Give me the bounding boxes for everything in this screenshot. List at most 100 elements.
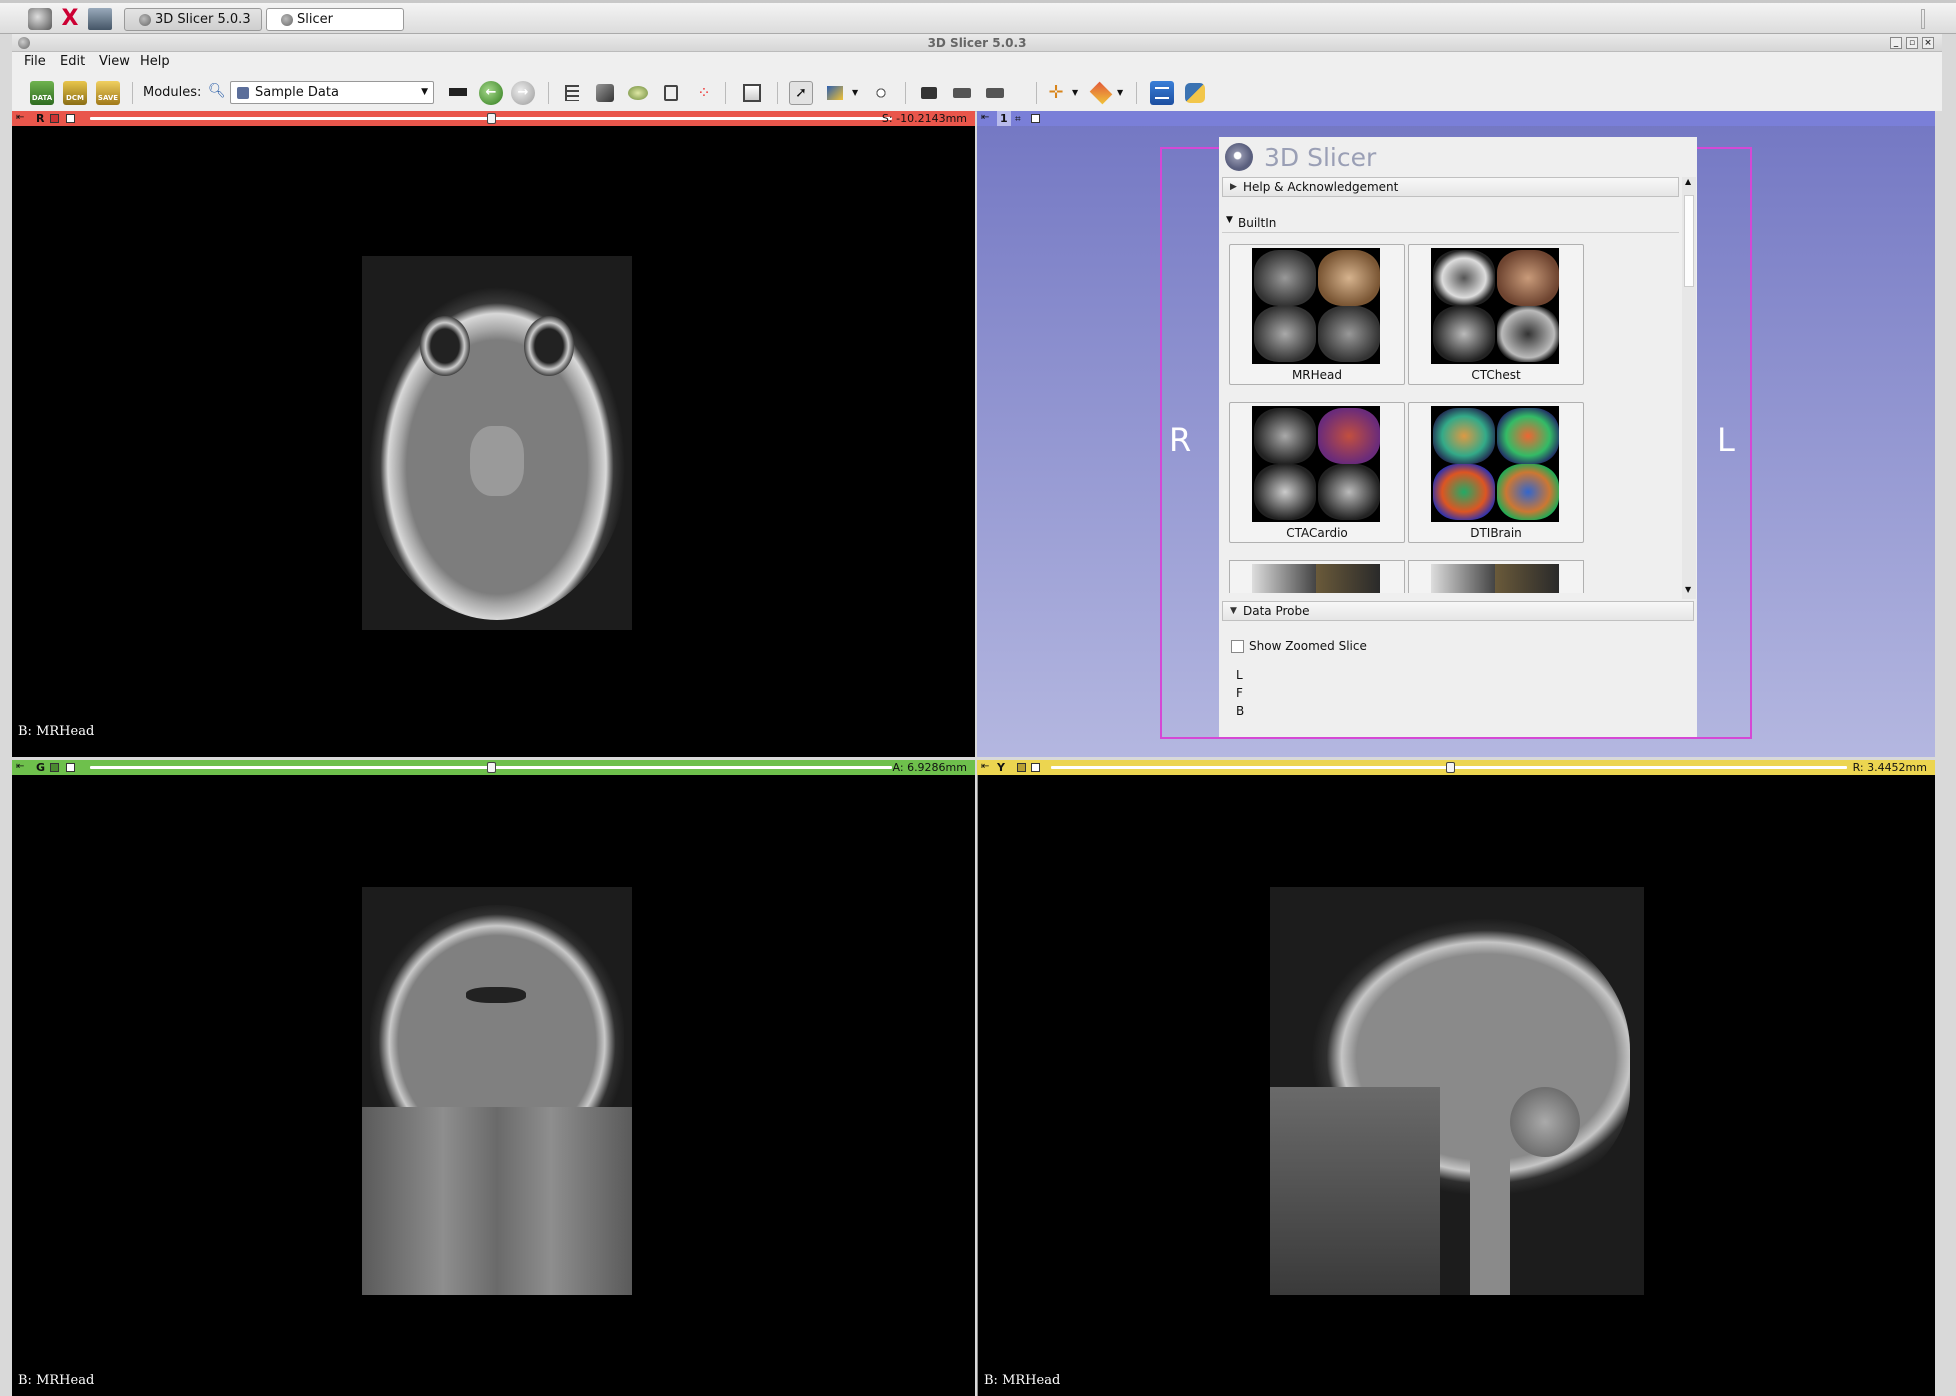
thumbnail-quadrant (1433, 306, 1495, 362)
taskbar-task-slicer[interactable]: Slicer (266, 8, 404, 31)
module-selector-value: Sample Data (255, 85, 339, 100)
link-icon[interactable] (1017, 763, 1026, 772)
scrollbar-thumb[interactable] (1684, 195, 1694, 287)
red-offset-slider-handle[interactable] (487, 113, 496, 124)
scroll-down-icon[interactable]: ▼ (1685, 585, 1691, 594)
monitor-icon[interactable] (88, 8, 112, 30)
pointer-mode-button[interactable]: ➚ (789, 81, 813, 105)
toolbar-separator (1036, 82, 1037, 104)
slicer-logo-icon (1225, 143, 1253, 171)
volumes-module-button[interactable] (593, 81, 617, 105)
pin-icon[interactable]: ⇤ (16, 759, 24, 774)
panel-scrollbar[interactable]: ▲ ▼ (1682, 177, 1696, 599)
scene-view-button[interactable] (950, 81, 974, 105)
brainstem (470, 426, 524, 496)
yellow-offset-slider-handle[interactable] (1446, 762, 1455, 773)
thumbnail-quadrant (1433, 464, 1495, 520)
maximize-view-icon[interactable] (1031, 114, 1040, 123)
toolbar-separator (548, 82, 549, 104)
back-button[interactable]: ← (479, 81, 503, 105)
transforms-module-button[interactable] (659, 81, 683, 105)
link-icon[interactable] (50, 114, 59, 123)
menu-file[interactable]: File (24, 54, 46, 69)
minimize-button[interactable]: _ (1890, 37, 1902, 49)
data-module-button[interactable] (560, 81, 584, 105)
bounding-box-line (1160, 737, 1752, 739)
dtibrain-thumbnail (1431, 406, 1559, 522)
markups-module-button[interactable]: ⁘ (692, 81, 716, 105)
sample-tile-dtibrain[interactable]: DTIBrain (1408, 402, 1584, 543)
menu-view[interactable]: View (99, 54, 130, 69)
load-data-button[interactable]: DATA (30, 81, 54, 105)
yellow-view-background-label: B: MRHead (984, 1373, 1061, 1388)
spinal-cord (1470, 1127, 1510, 1295)
save-button[interactable]: SAVE (96, 81, 120, 105)
sample-tile-ctacardio[interactable]: CTACardio (1229, 402, 1405, 543)
scroll-up-icon[interactable]: ▲ (1685, 177, 1691, 186)
builtin-section[interactable]: ▼ BuiltIn (1222, 215, 1679, 233)
probe-row-l: L (1236, 668, 1243, 682)
place-fiducial-button[interactable]: ✛ (1044, 81, 1068, 105)
sample-tile-ctchest[interactable]: CTChest (1408, 244, 1584, 385)
data-probe-section[interactable]: ▼ Data Probe (1222, 601, 1694, 621)
pin-icon[interactable]: ⇤ (981, 759, 989, 774)
yellow-slice-view[interactable]: B: MRHead (977, 775, 1935, 1396)
pin-icon[interactable]: ⇤ (16, 110, 24, 125)
view-options-icon[interactable] (66, 114, 75, 123)
extensions-manager-button[interactable] (1150, 81, 1174, 105)
markup-points-icon: ⁘ (697, 83, 711, 102)
coronal-mri-slice (362, 887, 632, 1295)
green-slice-view[interactable]: B: MRHead (12, 775, 975, 1396)
extensions-icon (1155, 87, 1169, 99)
pin-icon[interactable]: ⇤ (981, 110, 989, 125)
chevron-down-icon[interactable]: ▼ (1072, 88, 1078, 97)
module-search-icon[interactable]: 🔍︎ (208, 83, 226, 99)
maximize-button[interactable]: ▫ (1906, 37, 1918, 49)
sample-tile-mrhead[interactable]: MRHead (1229, 244, 1405, 385)
view-options-icon[interactable]: ⌗ (1015, 112, 1021, 127)
dicom-button[interactable]: DCM (63, 81, 87, 105)
crosshair-button[interactable] (869, 81, 893, 105)
close-button[interactable]: × (1922, 37, 1934, 49)
sagittal-face (1270, 1087, 1440, 1295)
crosshair-icon (873, 85, 889, 101)
markups-toolbar-button[interactable] (1089, 81, 1113, 105)
show-zoomed-slice-checkbox[interactable] (1231, 640, 1244, 653)
forward-button[interactable]: → (511, 81, 535, 105)
sagittal-mri-slice (1270, 887, 1644, 1295)
chevron-down-icon[interactable]: ▼ (852, 88, 858, 97)
mrhead-thumbnail (1252, 248, 1380, 364)
screenshot-button[interactable] (917, 81, 941, 105)
sample-tile-partial[interactable] (1408, 560, 1584, 593)
help-acknowledgement-section[interactable]: ▶ Help & Acknowledgement (1222, 177, 1679, 197)
view-options-icon[interactable] (66, 763, 75, 772)
taskbar-task-slicer-window[interactable]: 3D Slicer 5.0.3 (124, 8, 262, 31)
layout-button[interactable] (740, 81, 764, 105)
link-icon[interactable] (50, 763, 59, 772)
green-offset-slider-handle[interactable] (487, 762, 496, 773)
module-selector[interactable]: Sample Data ▼ (230, 81, 434, 104)
red-offset-value: S: -10.2143mm (881, 112, 967, 125)
scene-restore-button[interactable] (983, 81, 1007, 105)
menu-edit[interactable]: Edit (60, 54, 85, 69)
green-view-background-label: B: MRHead (18, 1373, 95, 1388)
slicer-launcher-icon[interactable] (28, 8, 52, 30)
orientation-marker-right: R (1169, 421, 1192, 459)
window-level-button[interactable] (824, 81, 848, 105)
view-options-icon[interactable] (1031, 763, 1040, 772)
yellow-slice-controller: ⇤ Y R: 3.4452mm (977, 760, 1935, 775)
sample-tile-partial[interactable] (1229, 560, 1405, 593)
module-history-button[interactable] (446, 81, 470, 105)
modules-label: Modules: (143, 85, 202, 100)
models-module-button[interactable] (626, 81, 650, 105)
x-app-icon[interactable]: X (58, 8, 82, 30)
ctacardio-thumbnail (1252, 406, 1380, 522)
python-console-button[interactable] (1183, 81, 1207, 105)
window-menu-icon[interactable] (18, 37, 30, 49)
green-offset-value: A: 6.9286mm (892, 761, 967, 774)
menu-help[interactable]: Help (140, 54, 170, 69)
sample-name: DTIBrain (1470, 526, 1522, 540)
ctchest-thumbnail (1431, 248, 1559, 364)
red-slice-view[interactable]: B: MRHead (12, 126, 975, 757)
chevron-down-icon[interactable]: ▼ (1117, 88, 1123, 97)
